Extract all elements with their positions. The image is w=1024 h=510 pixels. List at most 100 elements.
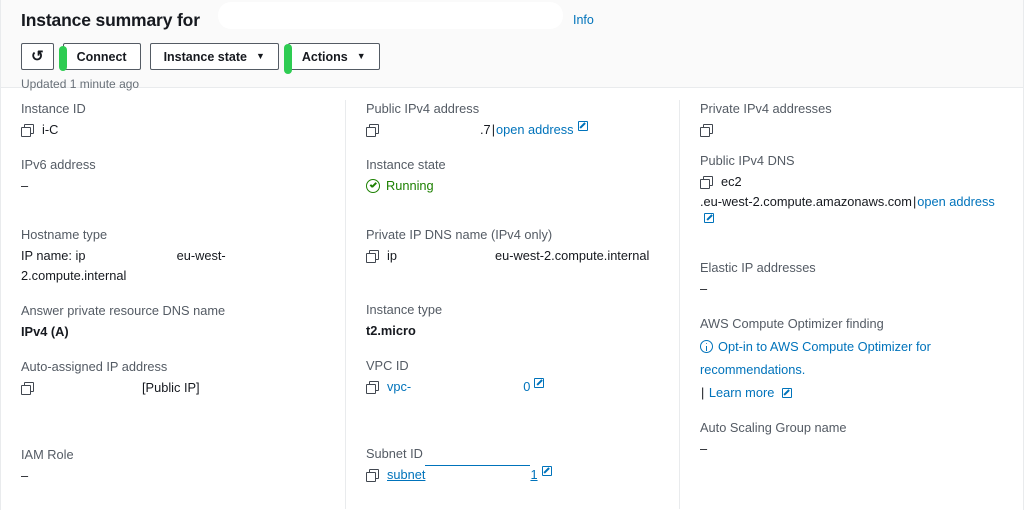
field-label: Private IPv4 addresses <box>700 101 832 116</box>
field-value <box>700 120 1005 137</box>
hostname-type-prefix: IP name: ip <box>21 248 86 263</box>
field-vpc-id: VPC ID vpc- 0 <box>366 357 661 397</box>
instance-id-value: i-C <box>42 122 59 137</box>
copy-icon[interactable] <box>366 381 379 394</box>
updated-timestamp: Updated 1 minute ago <box>21 77 140 91</box>
page-header: Instance summary for Info ↻ Connect Inst… <box>1 0 1023 91</box>
field-instance-type: Instance type t2.micro <box>366 301 661 341</box>
field-subnet-id: Subnet ID subnet 1 <box>366 445 661 485</box>
instance-summary-page: Instance summary for Info ↻ Connect Inst… <box>0 0 1024 510</box>
learn-more-link[interactable]: Learn more <box>709 385 774 400</box>
instance-state-value: Running <box>386 178 434 193</box>
title-row: Instance summary for Info <box>21 2 1007 34</box>
instance-type-value: t2.micro <box>366 323 416 338</box>
field-ipv6-address: IPv6 address – <box>21 156 327 196</box>
field-value: i-C <box>21 120 327 140</box>
field-iam-role: IAM Role – <box>21 446 327 486</box>
field-public-ipv4-dns: Public IPv4 DNS ec2 .eu-west-2.compute.a… <box>700 152 1005 223</box>
open-address-link[interactable]: open address <box>496 120 574 140</box>
field-value: ip eu-west-2.compute.internal <box>366 246 661 266</box>
separator-pipe: | <box>701 385 705 400</box>
ipv6-address-value: – <box>21 178 29 193</box>
field-value: IPv4 (A) <box>21 322 327 342</box>
actions-dropdown[interactable]: Actions ▼ <box>283 43 380 74</box>
auto-assigned-ip-value: [Public IP] <box>142 380 200 395</box>
field-label: VPC ID <box>366 358 409 373</box>
chevron-down-icon: ▼ <box>356 51 366 61</box>
field-label: Answer private resource DNS name <box>21 303 226 318</box>
subnet-id-link[interactable]: subnet <box>387 465 425 485</box>
redacted-subnet-id <box>425 465 531 466</box>
copy-icon[interactable] <box>700 124 713 137</box>
field-public-ipv4-address: Public IPv4 address .7 | open address <box>366 100 661 140</box>
field-elastic-ip-addresses: Elastic IP addresses – <box>700 259 1005 299</box>
field-instance-state: Instance state Running <box>366 156 661 196</box>
copy-icon[interactable] <box>700 176 713 189</box>
field-auto-scaling-group-name: Auto Scaling Group name – <box>700 419 1005 459</box>
field-label: Private IP DNS name (IPv4 only) <box>366 227 553 242</box>
external-link-icon[interactable] <box>534 377 545 388</box>
iam-role-value: – <box>21 468 29 483</box>
field-value: t2.micro <box>366 321 661 341</box>
field-value: – <box>21 466 327 486</box>
elastic-ip-addresses-value: – <box>700 281 708 296</box>
copy-icon[interactable] <box>366 124 379 137</box>
vpc-id-link-suffix[interactable]: 0 <box>523 377 530 397</box>
field-label: Auto-assigned IP address <box>21 359 168 374</box>
field-auto-assigned-ip: Auto-assigned IP address [Public IP] <box>21 358 327 398</box>
field-value: – <box>700 279 1005 299</box>
field-value: Opt-in to AWS Compute Optimizer for reco… <box>700 335 1005 403</box>
field-label: AWS Compute Optimizer finding <box>700 316 884 331</box>
copy-icon[interactable] <box>21 124 34 137</box>
open-address-link[interactable]: open address <box>917 192 995 212</box>
field-label: Instance ID <box>21 101 86 116</box>
copy-icon[interactable] <box>366 250 379 263</box>
separator-pipe: | <box>491 122 496 137</box>
field-value: [Public IP] <box>21 378 327 398</box>
field-label: Auto Scaling Group name <box>700 420 847 435</box>
chevron-down-icon: ▼ <box>255 51 265 61</box>
green-highlight-marker-1 <box>58 46 67 71</box>
public-ipv4-address-value: .7 <box>480 122 491 137</box>
private-ip-dns-prefix: ip <box>387 248 397 263</box>
connect-button[interactable]: Connect <box>58 43 141 71</box>
external-link-icon[interactable] <box>541 465 553 476</box>
external-link-icon[interactable] <box>704 212 715 223</box>
instance-state-dropdown-label: Instance state <box>163 49 247 64</box>
field-label: IPv6 address <box>21 157 96 172</box>
page-title: Instance summary for <box>21 10 200 30</box>
auto-scaling-group-name-value: – <box>700 441 708 456</box>
field-value: Running <box>366 176 661 196</box>
copy-icon[interactable] <box>366 469 379 482</box>
refresh-icon: ↻ <box>31 48 44 65</box>
copy-icon[interactable] <box>21 382 34 395</box>
instance-state-dropdown[interactable]: Instance state ▼ <box>149 43 279 70</box>
field-label: Public IPv4 address <box>366 101 480 116</box>
info-link[interactable]: Info <box>573 13 594 27</box>
summary-column-3: Private IPv4 addresses Public IPv4 DNS e… <box>679 100 1023 509</box>
separator-pipe: | <box>912 194 917 209</box>
green-highlight-marker-2 <box>283 44 292 74</box>
field-private-ipv4-addresses: Private IPv4 addresses <box>700 100 1005 137</box>
field-label: Instance type <box>366 302 443 317</box>
field-value: – <box>700 439 1005 459</box>
compute-optimizer-message: Opt-in to AWS Compute Optimizer for reco… <box>700 339 931 377</box>
field-label: IAM Role <box>21 447 74 462</box>
external-link-icon[interactable] <box>577 120 589 131</box>
field-label: Subnet ID <box>366 446 423 461</box>
field-private-ip-dns-name: Private IP DNS name (IPv4 only) ip eu-we… <box>366 226 661 266</box>
external-link-icon[interactable] <box>781 387 793 398</box>
summary-column-1: Instance ID i-C IPv6 address – Hostname … <box>1 100 345 509</box>
field-value: – <box>21 176 327 196</box>
vpc-id-link[interactable]: vpc- <box>387 377 411 397</box>
field-instance-id: Instance ID i-C <box>21 100 327 140</box>
check-circle-icon <box>366 179 380 193</box>
refresh-button[interactable]: ↻ <box>21 43 54 70</box>
subnet-id-link-suffix[interactable]: 1 <box>530 465 537 485</box>
field-value: subnet 1 <box>366 465 661 485</box>
action-toolbar: ↻ Connect Instance state ▼ Actions ▼ <box>21 43 1007 74</box>
field-value: ec2 .eu-west-2.compute.amazonaws.com | o… <box>700 172 1005 223</box>
public-ipv4-dns-suffix: .eu-west-2.compute.amazonaws.com <box>700 194 912 209</box>
